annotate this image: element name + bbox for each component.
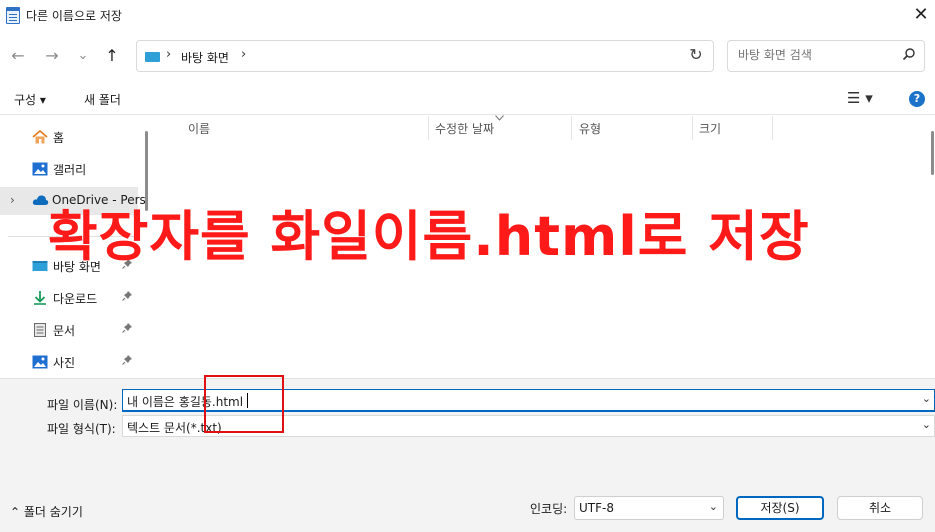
pictures-icon [32, 355, 48, 369]
encoding-value[interactable]: UTF-8 [579, 501, 614, 515]
chevron-down-icon[interactable]: ⌄ [709, 500, 718, 513]
pin-icon[interactable] [122, 291, 132, 304]
column-header-date-modified[interactable]: 수정한 날짜 [435, 120, 494, 137]
help-icon[interactable]: ? [909, 91, 925, 107]
forward-button[interactable]: → [40, 44, 64, 68]
title-bar: 다른 이름으로 저장 ✕ [0, 0, 935, 30]
download-icon [32, 291, 48, 305]
sidebar-item-documents[interactable]: 문서 [10, 316, 136, 344]
sidebar-item-label: 문서 [53, 324, 76, 338]
up-button[interactable]: ↑ [100, 44, 124, 68]
column-separator[interactable] [692, 116, 693, 140]
refresh-button[interactable]: ↻ [685, 45, 707, 64]
documents-icon [32, 323, 48, 337]
notepad-icon [6, 7, 20, 24]
sidebar-item-pictures[interactable]: 사진 [10, 348, 136, 376]
pin-icon[interactable] [122, 323, 132, 336]
column-header-type[interactable]: 유형 [579, 120, 601, 137]
onedrive-cloud-icon [32, 194, 49, 208]
sidebar-item-gallery[interactable]: 갤러리 [10, 155, 136, 183]
new-folder-button[interactable]: 새 폴더 [84, 91, 121, 108]
sidebar-item-downloads[interactable]: 다운로드 [10, 284, 136, 312]
recent-locations-button[interactable]: ⌄ [71, 44, 95, 68]
cancel-button[interactable]: 취소 [837, 496, 923, 520]
sidebar-item-label: 다운로드 [53, 292, 98, 306]
window-title: 다른 이름으로 저장 [26, 9, 122, 23]
chevron-right-icon[interactable]: › [10, 193, 15, 207]
desktop-icon [32, 259, 48, 273]
pin-icon[interactable] [122, 355, 132, 368]
encoding-label: 인코딩: [530, 502, 568, 516]
search-box[interactable] [727, 40, 925, 72]
divider [0, 114, 935, 115]
annotation-banner: 확장자를 화일이름.html로 저장 [48, 205, 810, 268]
organize-button[interactable]: 구성 ▾ [14, 91, 46, 108]
sidebar-item-label: 사진 [53, 356, 76, 370]
column-header-size[interactable]: 크기 [699, 120, 721, 137]
column-header-name[interactable]: 이름 [188, 120, 210, 137]
search-input[interactable] [736, 47, 900, 63]
sidebar-item-home[interactable]: 홈 [10, 123, 136, 151]
column-separator[interactable] [571, 116, 572, 140]
home-icon [32, 129, 48, 144]
sidebar-item-label: 홈 [53, 131, 65, 145]
desktop-icon [145, 52, 160, 62]
address-location[interactable]: 바탕 화면 [181, 49, 229, 66]
column-separator[interactable] [428, 116, 429, 140]
address-separator[interactable]: › [241, 47, 246, 62]
filename-label: 파일 이름(N): [47, 398, 118, 412]
back-button[interactable]: ← [6, 44, 30, 68]
search-icon[interactable] [902, 47, 916, 65]
chevron-down-icon[interactable]: ⌄ [922, 418, 931, 431]
encoding-select[interactable]: UTF-8 ⌄ [574, 496, 724, 520]
hide-folders-button[interactable]: ⌃ 폴더 숨기기 [10, 503, 83, 520]
close-button[interactable]: ✕ [908, 2, 934, 28]
sort-caret-icon [495, 114, 504, 124]
annotation-highlight-box [204, 375, 284, 433]
file-list-scrollbar[interactable] [931, 131, 934, 175]
gallery-icon [32, 162, 48, 176]
chevron-down-icon[interactable]: ⌄ [922, 392, 931, 405]
column-separator[interactable] [772, 116, 773, 140]
address-separator[interactable]: › [166, 47, 171, 62]
view-options-button[interactable]: ☰ ▾ [847, 89, 873, 107]
filetype-label: 파일 형식(T): [47, 422, 116, 436]
save-button[interactable]: 저장(S) [736, 496, 824, 520]
address-bar[interactable]: › 바탕 화면 › ↻ [136, 40, 714, 72]
sidebar-item-label: 갤러리 [53, 163, 87, 177]
